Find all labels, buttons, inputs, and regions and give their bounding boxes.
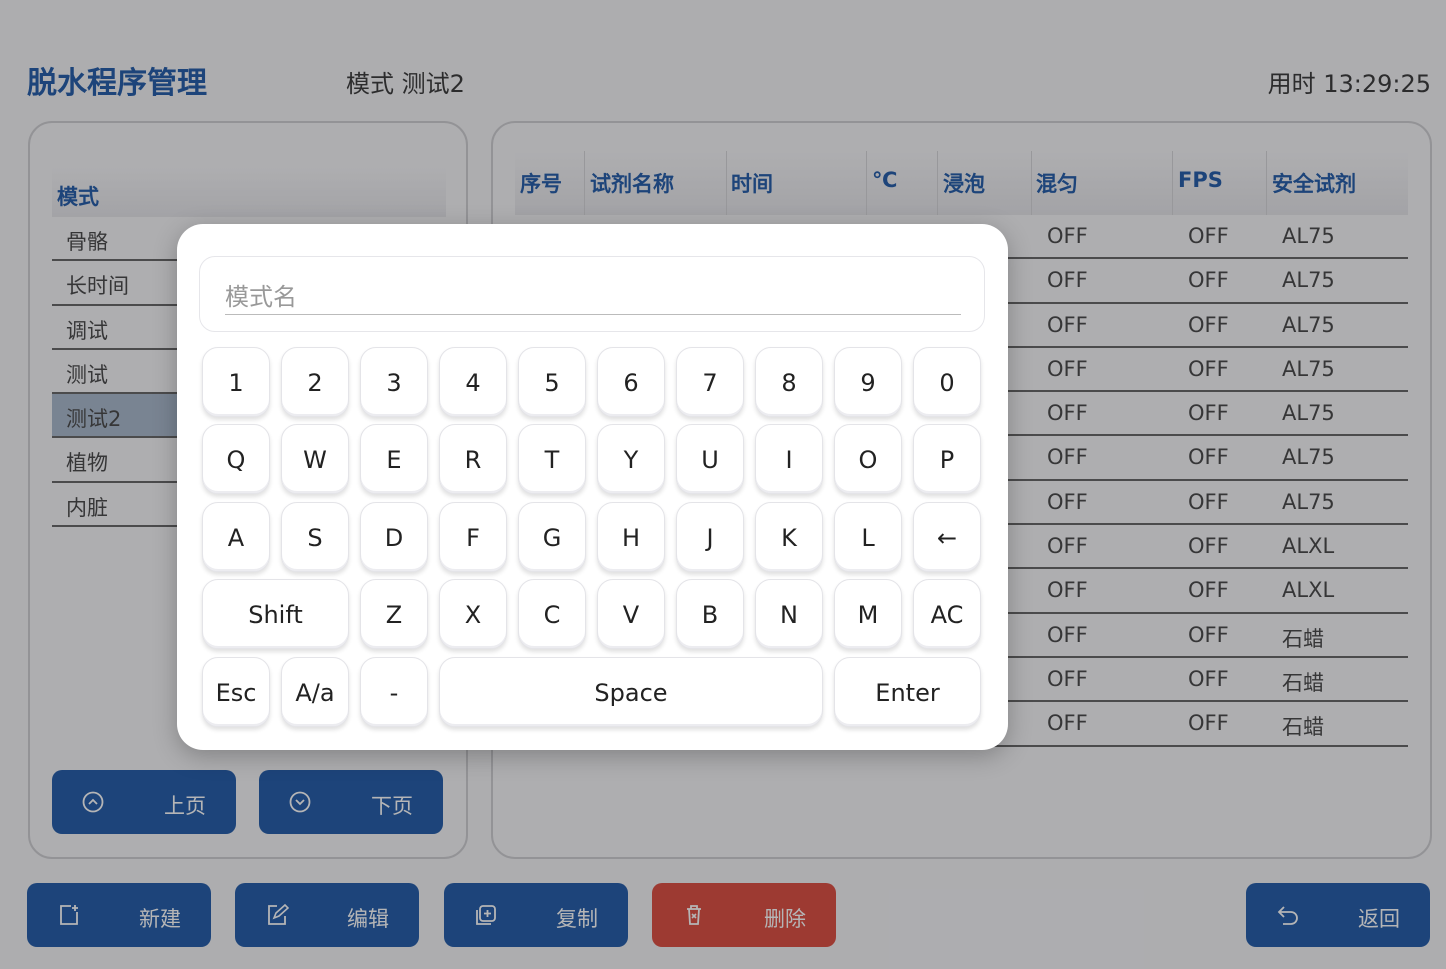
key-h[interactable]: H (597, 502, 665, 572)
key-9[interactable]: 9 (834, 347, 902, 417)
key-d[interactable]: D (360, 502, 428, 572)
mode-name-input[interactable] (225, 279, 961, 315)
key-4[interactable]: 4 (439, 347, 507, 417)
key-z[interactable]: Z (360, 579, 428, 649)
key-x[interactable]: X (439, 579, 507, 649)
key-u[interactable]: U (676, 424, 744, 494)
keyboard-dialog: 1 2 3 4 5 6 7 8 9 0 Q W E R T Y U I O P … (177, 224, 1008, 750)
key-g[interactable]: G (518, 502, 586, 572)
key-a[interactable]: A (202, 502, 270, 572)
key-hyphen[interactable]: - (360, 657, 428, 727)
key-w[interactable]: W (281, 424, 349, 494)
key-o[interactable]: O (834, 424, 902, 494)
enter-key[interactable]: Enter (834, 657, 981, 727)
key-p[interactable]: P (913, 424, 981, 494)
key-5[interactable]: 5 (518, 347, 586, 417)
key-l[interactable]: L (834, 502, 902, 572)
key-k[interactable]: K (755, 502, 823, 572)
key-8[interactable]: 8 (755, 347, 823, 417)
key-e[interactable]: E (360, 424, 428, 494)
key-t[interactable]: T (518, 424, 586, 494)
clear-all-key[interactable]: AC (913, 579, 981, 649)
backspace-key[interactable]: ← (913, 502, 981, 572)
key-c[interactable]: C (518, 579, 586, 649)
key-q[interactable]: Q (202, 424, 270, 494)
key-2[interactable]: 2 (281, 347, 349, 417)
key-m[interactable]: M (834, 579, 902, 649)
case-toggle-key[interactable]: A/a (281, 657, 349, 727)
key-y[interactable]: Y (597, 424, 665, 494)
shift-key[interactable]: Shift (202, 579, 349, 649)
key-n[interactable]: N (755, 579, 823, 649)
key-1[interactable]: 1 (202, 347, 270, 417)
key-b[interactable]: B (676, 579, 744, 649)
key-6[interactable]: 6 (597, 347, 665, 417)
key-i[interactable]: I (755, 424, 823, 494)
space-key[interactable]: Space (439, 657, 823, 727)
key-3[interactable]: 3 (360, 347, 428, 417)
esc-key[interactable]: Esc (202, 657, 270, 727)
key-v[interactable]: V (597, 579, 665, 649)
key-r[interactable]: R (439, 424, 507, 494)
key-7[interactable]: 7 (676, 347, 744, 417)
key-j[interactable]: J (676, 502, 744, 572)
mode-name-field-box (199, 256, 985, 332)
key-0[interactable]: 0 (913, 347, 981, 417)
key-f[interactable]: F (439, 502, 507, 572)
key-s[interactable]: S (281, 502, 349, 572)
